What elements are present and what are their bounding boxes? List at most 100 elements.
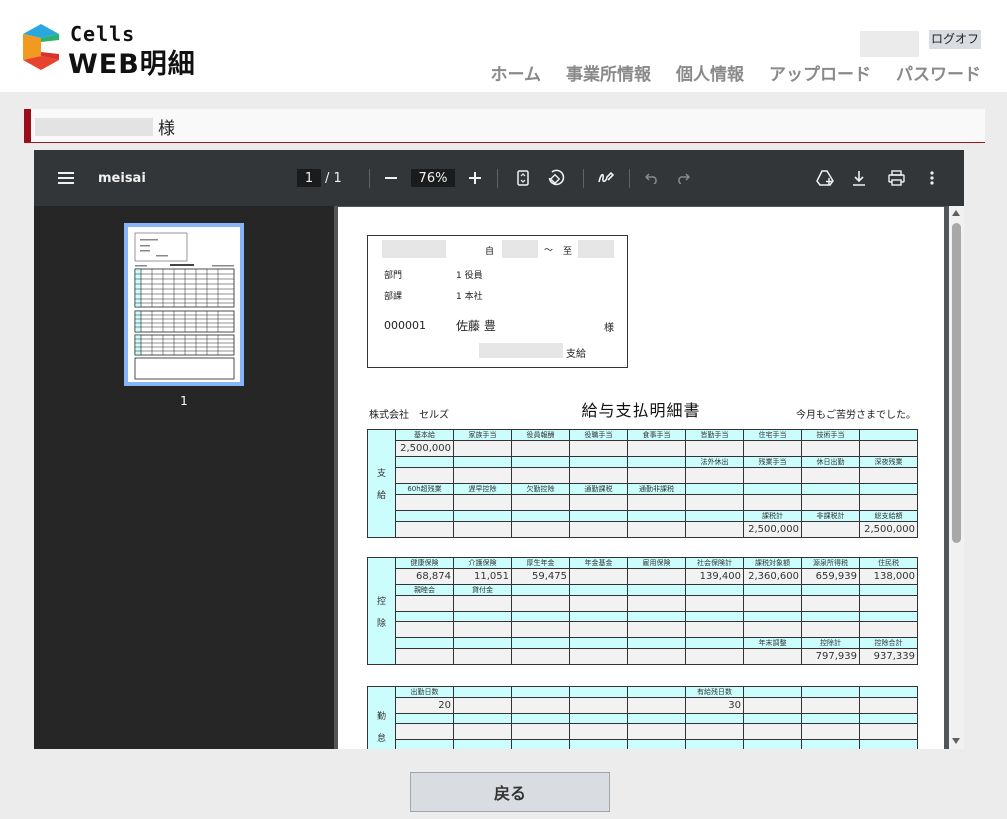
item-label-cell: 課税計 bbox=[743, 510, 802, 522]
nav-password[interactable]: パスワード bbox=[896, 60, 981, 85]
item-value-cell bbox=[453, 697, 512, 714]
period-from-label: 自 bbox=[485, 247, 495, 257]
item-label-cell bbox=[395, 456, 454, 468]
print-icon[interactable] bbox=[885, 150, 907, 206]
nav-personal-info[interactable]: 個人情報 bbox=[676, 60, 744, 85]
item-label-cell bbox=[743, 686, 802, 698]
item-label-cell bbox=[395, 611, 454, 622]
period-to-label: 至 bbox=[563, 247, 573, 257]
item-label-cell bbox=[743, 483, 802, 495]
item-label-cell bbox=[627, 510, 686, 522]
section-label-char: 勤 bbox=[376, 711, 386, 722]
payslip-info-box: 自 ～ 至 部門 1 役員 部課 1 本社 000001 佐藤 豊 様 支給 bbox=[367, 235, 628, 368]
dept-value: 1 役員 bbox=[456, 271, 483, 281]
item-label-cell bbox=[859, 686, 918, 698]
item-value-cell bbox=[685, 494, 744, 511]
item-label-cell bbox=[569, 686, 628, 698]
item-label-cell: 役員報酬 bbox=[511, 429, 570, 441]
logout-button[interactable]: ログオフ bbox=[929, 30, 981, 49]
fit-page-icon[interactable] bbox=[513, 150, 533, 206]
nav-home[interactable]: ホーム bbox=[491, 60, 542, 85]
item-value-cell bbox=[685, 521, 744, 538]
item-label-cell bbox=[511, 584, 570, 596]
item-label-cell bbox=[627, 686, 686, 698]
attendance-table: 出勤日数 有給残日数 20 30 bbox=[395, 686, 918, 749]
zoom-level-input[interactable]: 76% bbox=[411, 169, 455, 187]
item-label-cell bbox=[685, 584, 744, 596]
undo-icon[interactable] bbox=[641, 150, 663, 206]
page-number-input[interactable]: 1 bbox=[297, 169, 321, 187]
item-value-cell bbox=[627, 521, 686, 538]
pay-date-redacted bbox=[479, 343, 563, 358]
back-button[interactable]: 戻る bbox=[410, 772, 610, 812]
item-label-cell: 技術手当 bbox=[801, 429, 860, 441]
item-value-cell: 659,939 bbox=[801, 568, 860, 585]
zoom-out-icon[interactable] bbox=[381, 150, 401, 206]
draw-icon[interactable] bbox=[595, 150, 617, 206]
item-value-cell bbox=[569, 467, 628, 484]
item-label-cell: 社会保険計 bbox=[685, 557, 744, 569]
thumbnail-preview bbox=[134, 232, 235, 380]
logo-web-text: WEB明細 bbox=[68, 49, 196, 80]
item-label-cell: 介護保険 bbox=[453, 557, 512, 569]
item-label-cell bbox=[801, 483, 860, 495]
recipient-honorific: 様 bbox=[158, 119, 175, 139]
menu-icon[interactable] bbox=[54, 150, 78, 206]
item-label-cell bbox=[511, 611, 570, 622]
nav-upload[interactable]: アップロード bbox=[769, 60, 871, 85]
nav-office-info[interactable]: 事業所情報 bbox=[566, 60, 651, 85]
item-value-cell bbox=[511, 621, 570, 638]
section-label-char: 支 bbox=[376, 469, 386, 479]
more-icon[interactable] bbox=[922, 150, 942, 206]
scroll-down-arrow-icon[interactable] bbox=[952, 738, 960, 744]
item-value-cell bbox=[743, 494, 802, 511]
item-value-cell: 937,339 bbox=[859, 648, 918, 665]
pdf-viewer: meisai 1 / 1 76% 1 自 ～ 至 部門 1 役員 部課 1 本社… bbox=[34, 150, 964, 749]
recipient-name-bar: 様 bbox=[24, 109, 985, 143]
redo-icon[interactable] bbox=[672, 150, 694, 206]
item-label-cell: 健康保険 bbox=[395, 557, 454, 569]
thanks-message: 今月もご苦労さまでした。 bbox=[796, 410, 916, 421]
item-label-cell: 有給残日数 bbox=[685, 686, 744, 698]
item-value-cell bbox=[685, 467, 744, 484]
period-tilde: ～ bbox=[544, 246, 554, 256]
item-label-cell: 深夜残業 bbox=[859, 456, 918, 468]
zoom-in-icon[interactable] bbox=[465, 150, 485, 206]
item-label-cell bbox=[453, 611, 512, 622]
item-label-cell bbox=[801, 686, 860, 698]
item-label-cell bbox=[453, 713, 512, 724]
download-icon[interactable] bbox=[849, 150, 869, 206]
drive-icon[interactable] bbox=[813, 150, 837, 206]
toolbar-divider bbox=[369, 169, 370, 188]
item-value-cell bbox=[859, 723, 918, 740]
item-label-cell bbox=[511, 510, 570, 522]
value-row bbox=[395, 467, 918, 484]
header-row: 基本給 家族手当 役員報酬 役職手当 食事手当 皆勤手当 住宅手当 技術手当 bbox=[395, 429, 918, 441]
page-thumbnail[interactable] bbox=[124, 223, 244, 386]
scroll-thumb[interactable] bbox=[952, 223, 961, 543]
item-label-cell bbox=[859, 611, 918, 622]
item-label-cell bbox=[685, 611, 744, 622]
item-label-cell: 住民税 bbox=[859, 557, 918, 569]
item-label-cell: 親睦会 bbox=[395, 584, 454, 596]
header-row: 60h超残業 遅早控除 欠勤控除 通勤課税 通勤非課税 bbox=[395, 483, 918, 495]
item-value-cell bbox=[511, 494, 570, 511]
cells-logo-icon bbox=[23, 24, 59, 70]
item-value-cell bbox=[395, 621, 454, 638]
item-value-cell bbox=[453, 521, 512, 538]
item-label-cell bbox=[743, 739, 802, 749]
rotate-icon[interactable] bbox=[545, 150, 567, 206]
item-label-cell bbox=[685, 713, 744, 724]
item-value-cell bbox=[569, 723, 628, 740]
item-value-cell bbox=[743, 723, 802, 740]
section-label-char: 控 bbox=[376, 596, 386, 607]
item-label-cell bbox=[801, 611, 860, 622]
scroll-up-arrow-icon[interactable] bbox=[952, 210, 960, 216]
item-label-cell bbox=[453, 510, 512, 522]
site-header: Cells WEB明細 ログオフ ホーム 事業所情報 個人情報 アップロード パ… bbox=[0, 0, 1007, 92]
item-value-cell bbox=[627, 440, 686, 457]
item-label-cell: 控除合計 bbox=[859, 637, 918, 649]
vertical-scrollbar[interactable] bbox=[949, 206, 964, 749]
item-label-cell bbox=[627, 637, 686, 649]
period-start-redacted bbox=[382, 240, 446, 258]
